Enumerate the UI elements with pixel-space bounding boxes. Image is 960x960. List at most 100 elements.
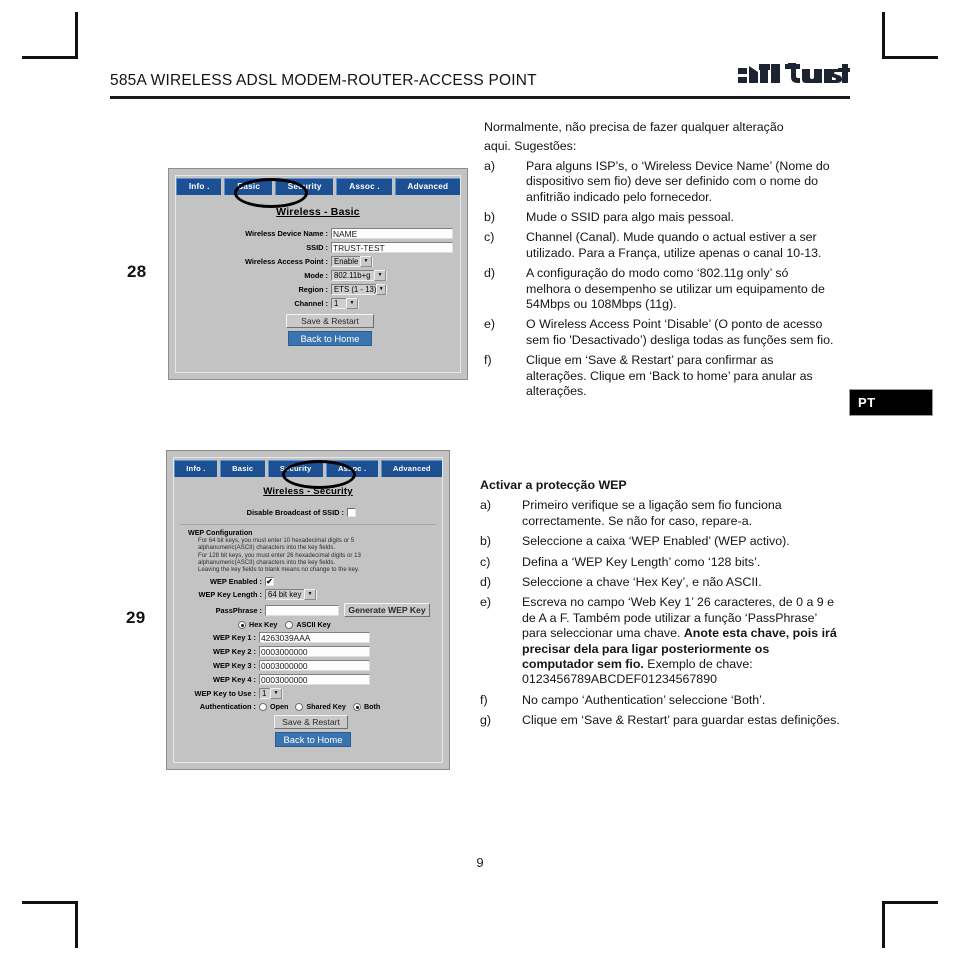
field-row-authentication: Authentication : Open Shared Key Both bbox=[174, 702, 442, 711]
chevron-down-icon: ▼ bbox=[346, 298, 358, 309]
device-name-input[interactable]: NAME bbox=[331, 228, 453, 239]
save-restart-button[interactable]: Save & Restart bbox=[274, 715, 348, 730]
disable-broadcast-checkbox[interactable] bbox=[347, 508, 356, 517]
wep-enabled-checkbox[interactable]: ✔ bbox=[265, 577, 274, 587]
instructions-lead-line-1: Normalmente, não precisa de fazer qualqu… bbox=[484, 120, 784, 134]
auth-shared-key-label: Shared Key bbox=[306, 702, 346, 712]
instruction-text: Clique em ‘Save & Restart’ para guardar … bbox=[522, 713, 840, 728]
back-to-home-button[interactable]: Back to Home bbox=[275, 732, 351, 748]
tab-advanced[interactable]: Advanced bbox=[394, 178, 461, 195]
router-ui-basic: Info . Basic Security Assoc . Advanced W… bbox=[175, 175, 461, 373]
tab-assoc[interactable]: Assoc . bbox=[336, 178, 392, 195]
wep-key-3-input[interactable]: 0003000000 bbox=[259, 660, 370, 672]
ascii-key-radio[interactable] bbox=[285, 620, 294, 629]
panel-title-basic: Wireless - Basic bbox=[276, 206, 360, 218]
wep-key-length-value: 64 bit key bbox=[268, 589, 302, 599]
wep-note-line-4: alphanumeric(ASCII) characters into the … bbox=[198, 558, 336, 566]
instruction-text: Para alguns ISP’s, o ‘Wireless Device Na… bbox=[526, 158, 830, 204]
ssid-label: SSID : bbox=[306, 243, 328, 252]
margin-number-28: 28 bbox=[127, 262, 147, 281]
instruction-marker: f) bbox=[480, 692, 488, 707]
ssid-input[interactable]: TRUST-TEST bbox=[331, 242, 453, 253]
wep-configuration-heading: WEP Configuration bbox=[188, 529, 253, 537]
wep-note-line-2: alphanumeric(ASCII) characters into the … bbox=[198, 544, 336, 552]
wep-key-to-use-select[interactable]: 1 ▼ bbox=[259, 688, 283, 700]
access-point-select[interactable]: Enable ▼ bbox=[331, 256, 373, 267]
tab-basic[interactable]: Basic bbox=[219, 460, 265, 477]
passphrase-label: PassPhrase : bbox=[215, 605, 262, 615]
instruction-text: No campo ‘Authentication’ seleccione ‘Bo… bbox=[522, 692, 766, 707]
wep-note-line-5: Leaving the key fields to blank means no… bbox=[198, 566, 360, 574]
channel-select[interactable]: 1 ▼ bbox=[331, 298, 359, 309]
generate-wep-key-button[interactable]: Generate WEP Key bbox=[344, 603, 430, 618]
wep-key-length-select[interactable]: 64 bit key ▼ bbox=[265, 589, 317, 601]
save-restart-button[interactable]: Save & Restart bbox=[286, 314, 374, 328]
instruction-item: a) Para alguns ISP’s, o ‘Wireless Device… bbox=[484, 159, 836, 205]
disable-broadcast-label: Disable Broadcast of SSID : bbox=[246, 508, 344, 517]
instruction-text: Seleccione a chave ‘Hex Key’, e não ASCI… bbox=[522, 575, 762, 590]
wep-enabled-label: WEP Enabled : bbox=[209, 577, 262, 587]
language-badge-pt: PT bbox=[849, 389, 933, 416]
region-select[interactable]: ETS (1 - 13) ▼ bbox=[331, 284, 387, 295]
wep-key-2-input[interactable]: 0003000000 bbox=[259, 646, 370, 658]
crop-mark-bottom-left bbox=[22, 892, 78, 948]
instruction-item: f) No campo ‘Authentication’ seleccione … bbox=[480, 693, 840, 708]
chevron-down-icon: ▼ bbox=[304, 589, 316, 601]
tab-basic[interactable]: Basic bbox=[224, 178, 272, 195]
auth-both-radio[interactable] bbox=[352, 702, 361, 711]
tab-security[interactable]: Security bbox=[274, 178, 334, 195]
field-row-disable-broadcast: Disable Broadcast of SSID : bbox=[174, 508, 442, 517]
tabbar-security: Info . Basic Security Assoc . Advanced bbox=[174, 458, 443, 477]
wep-key-to-use-label: WEP Key to Use : bbox=[194, 689, 256, 699]
wep-key-4-label: WEP Key 4 : bbox=[213, 675, 256, 685]
field-row-passphrase: PassPhrase : Generate WEP Key bbox=[174, 603, 442, 618]
channel-value: 1 bbox=[334, 298, 339, 308]
instruction-item: b) Mude o SSID para algo mais pessoal. bbox=[484, 210, 836, 225]
instruction-item: c) Defina a ‘WEP Key Length’ como ‘128 b… bbox=[480, 555, 840, 570]
instruction-item: a) Primeiro verifique se a ligação sem f… bbox=[480, 498, 840, 529]
auth-open-label: Open bbox=[270, 702, 289, 712]
access-point-label: Wireless Access Point : bbox=[244, 257, 328, 266]
header-divider bbox=[110, 96, 850, 99]
screenshot-wireless-basic: Info . Basic Security Assoc . Advanced W… bbox=[168, 168, 468, 380]
wep-note-line-1: For 64 bit keys, you must enter 10 hexad… bbox=[198, 537, 355, 544]
instruction-marker: d) bbox=[480, 575, 492, 590]
instruction-marker: g) bbox=[480, 713, 492, 728]
region-label: Region : bbox=[298, 285, 328, 294]
auth-open-radio[interactable] bbox=[259, 702, 267, 711]
field-row-channel: Channel : 1 ▼ bbox=[176, 298, 460, 309]
instruction-item: d) A configuração do modo como ‘802.11g … bbox=[484, 266, 836, 312]
instruction-item: e) O Wireless Access Point ‘Disable’ (O … bbox=[484, 317, 836, 348]
panel-title-security: Wireless - Security bbox=[263, 486, 353, 497]
instruction-text: Channel (Canal). Mude quando o actual es… bbox=[526, 230, 822, 260]
instructions-lead-line-2: aqui. Sugestões: bbox=[484, 139, 577, 154]
instruction-text: Clique em ‘Save & Restart’ para confirma… bbox=[526, 353, 813, 399]
back-to-home-button[interactable]: Back to Home bbox=[288, 331, 372, 346]
instruction-text-rich: Escreva no campo ‘Web Key 1’ 26 caracter… bbox=[522, 595, 840, 687]
field-row-key-to-use: WEP Key to Use : 1 ▼ bbox=[174, 688, 442, 700]
footer-page-number: 9 bbox=[476, 855, 484, 870]
tab-info[interactable]: Info . bbox=[174, 460, 217, 477]
instruction-item: b) Seleccione a caixa ‘WEP Enabled’ (WEP… bbox=[480, 534, 840, 549]
chevron-down-icon: ▼ bbox=[360, 256, 372, 267]
tab-advanced[interactable]: Advanced bbox=[380, 460, 443, 477]
instruction-marker: e) bbox=[480, 595, 492, 610]
section-divider bbox=[180, 524, 436, 525]
mode-select[interactable]: 802.11b+g ▼ bbox=[331, 270, 387, 281]
passphrase-input[interactable] bbox=[265, 604, 339, 616]
auth-shared-key-radio[interactable] bbox=[295, 702, 304, 711]
tab-assoc[interactable]: Assoc . bbox=[325, 460, 378, 477]
instruction-marker: c) bbox=[484, 230, 495, 245]
instruction-text: A configuração do modo como ‘802.11g onl… bbox=[526, 266, 825, 312]
channel-label: Channel : bbox=[294, 299, 328, 308]
tab-security[interactable]: Security bbox=[267, 460, 323, 477]
field-row-access-point: Wireless Access Point : Enable ▼ bbox=[176, 256, 460, 267]
hex-key-radio[interactable] bbox=[238, 620, 246, 629]
wep-key-4-input[interactable]: 0003000000 bbox=[259, 674, 370, 686]
crop-mark-top-right bbox=[882, 12, 938, 68]
tabbar-basic: Info . Basic Security Assoc . Advanced bbox=[176, 176, 461, 195]
wep-key-1-input[interactable]: 4263039AAA bbox=[259, 632, 370, 644]
router-ui-security: Info . Basic Security Assoc . Advanced W… bbox=[173, 457, 443, 763]
tab-info[interactable]: Info . bbox=[176, 178, 222, 195]
region-value: ETS (1 - 13) bbox=[334, 284, 377, 294]
